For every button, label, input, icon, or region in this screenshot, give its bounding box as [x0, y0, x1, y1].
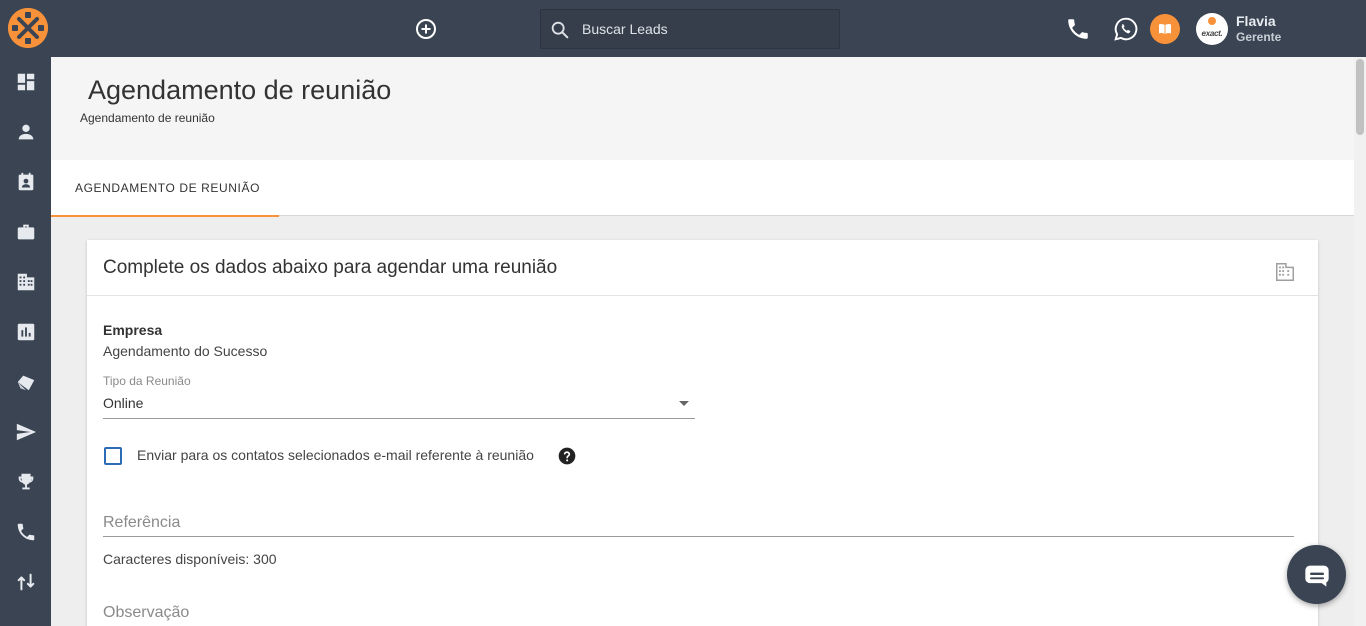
- help-icon[interactable]: [557, 446, 577, 466]
- page-title: Agendamento de reunião: [88, 75, 392, 105]
- top-bar: exact. Flavia Gerente: [0, 0, 1366, 57]
- search-icon: [551, 21, 569, 39]
- search-input[interactable]: [582, 10, 832, 48]
- sidebar-item-reports[interactable]: [0, 307, 51, 357]
- sidebar-item-leads[interactable]: [0, 107, 51, 157]
- sidebar-item-deals[interactable]: [0, 207, 51, 257]
- building-icon: [17, 273, 34, 291]
- main-content: Agendamento de reunião Agendamento de re…: [51, 57, 1354, 626]
- sidebar-item-integrations[interactable]: [0, 557, 51, 607]
- add-circle-icon: [416, 19, 436, 39]
- phone-button[interactable]: [1065, 16, 1091, 42]
- book-icon: [1159, 24, 1171, 35]
- add-button[interactable]: [414, 17, 438, 41]
- sidebar-item-calls[interactable]: [0, 507, 51, 557]
- whatsapp-icon: [1114, 17, 1138, 41]
- empresa-label: Empresa: [103, 322, 163, 338]
- empresa-value: Agendamento do Sucesso: [103, 343, 268, 359]
- chat-icon: [1304, 565, 1329, 587]
- bar-chart-icon: [17, 323, 34, 341]
- phone-icon: [17, 523, 34, 541]
- tab-active-indicator: [51, 215, 279, 217]
- user-role: Gerente: [1236, 30, 1282, 44]
- avatar[interactable]: exact.: [1196, 13, 1228, 45]
- knowledge-button[interactable]: [1150, 14, 1180, 44]
- dashboard-icon: [17, 73, 34, 91]
- tipo-reuniao-label: Tipo da Reunião: [103, 374, 191, 388]
- user-name[interactable]: Flavia: [1236, 13, 1276, 29]
- scrollbar-thumb[interactable]: [1356, 59, 1364, 135]
- search-box: [540, 9, 840, 49]
- app-logo[interactable]: [8, 8, 48, 48]
- referencia-placeholder: Referência: [103, 514, 181, 531]
- tab-agendamento[interactable]: AGENDAMENTO DE REUNIÃO: [51, 160, 279, 217]
- tipo-reuniao-select[interactable]: Online: [103, 390, 695, 419]
- sidebar-item-contacts[interactable]: [0, 157, 51, 207]
- sidebar-item-goals[interactable]: [0, 457, 51, 507]
- page-scrollbar[interactable]: [1354, 57, 1366, 626]
- sidebar: [0, 57, 51, 626]
- sidebar-item-tags[interactable]: [0, 357, 51, 407]
- tab-label: AGENDAMENTO DE REUNIÃO: [75, 181, 261, 195]
- referencia-field[interactable]: Referência: [103, 508, 1294, 537]
- swap-icon: [17, 573, 34, 591]
- send-email-checkbox[interactable]: [104, 447, 122, 465]
- avatar-logo-dot: [1208, 17, 1216, 25]
- observacao-placeholder: Observação: [103, 604, 190, 621]
- send-email-checkbox-label[interactable]: Enviar para os contatos selecionados e-m…: [137, 447, 534, 463]
- briefcase-icon: [17, 224, 34, 240]
- whatsapp-button[interactable]: [1113, 16, 1139, 42]
- observacao-field[interactable]: Observação: [103, 598, 1294, 626]
- send-icon: [16, 423, 36, 441]
- contact-calendar-icon: [18, 172, 33, 191]
- breadcrumb: Agendamento de reunião: [80, 111, 215, 125]
- page-header: Agendamento de reunião Agendamento de re…: [51, 57, 1354, 160]
- meeting-form-card: Complete os dados abaixo para agendar um…: [87, 240, 1318, 626]
- card-header: Complete os dados abaixo para agendar um…: [87, 240, 1318, 296]
- tipo-reuniao-value: Online: [103, 395, 144, 411]
- logo-icon: [8, 8, 48, 48]
- sidebar-item-companies[interactable]: [0, 257, 51, 307]
- sidebar-item-dashboard[interactable]: [0, 57, 51, 107]
- card-title: Complete os dados abaixo para agendar um…: [103, 257, 558, 278]
- building-icon: [1276, 263, 1294, 281]
- caret-down-icon: [679, 401, 689, 406]
- trophy-icon: [18, 473, 33, 490]
- phone-icon: [1068, 19, 1088, 39]
- chars-available: Caracteres disponíveis: 300: [103, 551, 277, 567]
- chat-button[interactable]: [1287, 545, 1346, 604]
- tab-bar: AGENDAMENTO DE REUNIÃO: [51, 160, 1354, 217]
- tags-icon: [17, 375, 34, 391]
- person-icon: [18, 124, 33, 140]
- avatar-text: exact.: [1201, 28, 1223, 38]
- sidebar-item-send[interactable]: [0, 407, 51, 457]
